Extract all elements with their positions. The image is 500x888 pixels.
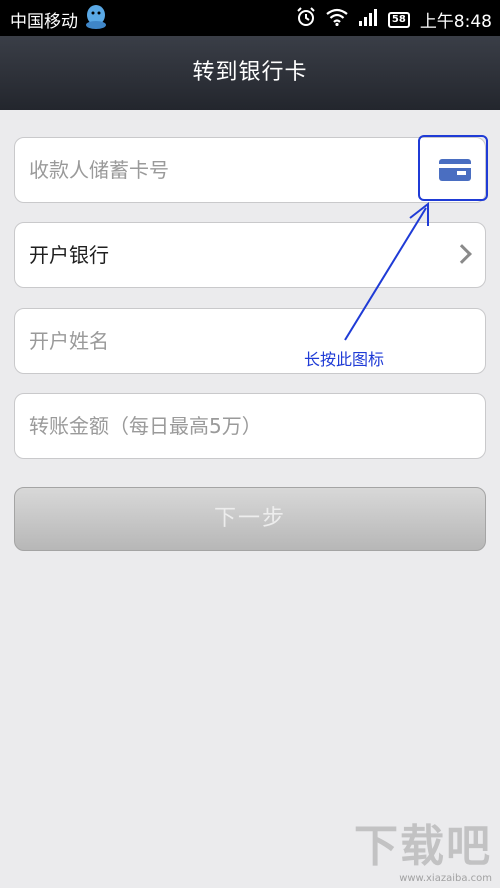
watermark-url: www.xiazaiba.com: [399, 873, 492, 884]
chevron-right-icon: [452, 244, 472, 264]
clock: 上午8:48: [419, 12, 492, 32]
account-name-placeholder: 开户姓名: [29, 329, 109, 353]
annotation-label: 长按此图标: [304, 350, 385, 369]
card-scan-button[interactable]: [418, 135, 488, 201]
card-number-placeholder: 收款人储蓄卡号: [29, 158, 169, 182]
card-number-field[interactable]: 收款人储蓄卡号: [14, 137, 486, 203]
qq-penguin-icon: [84, 4, 108, 34]
alarm-icon: [296, 7, 316, 32]
status-icons: 58 上午8:48: [296, 7, 492, 32]
title-bar: 转到银行卡: [0, 36, 500, 110]
credit-card-icon: [439, 159, 471, 181]
account-name-field[interactable]: 开户姓名: [14, 308, 486, 374]
bank-select-field[interactable]: 开户银行: [14, 222, 486, 288]
wifi-icon: [326, 8, 348, 31]
carrier-name: 中国移动: [10, 12, 78, 32]
watermark-logo: 下载吧: [354, 821, 492, 872]
next-step-button[interactable]: 下一步: [14, 487, 486, 551]
battery-indicator: 58: [387, 11, 410, 28]
amount-placeholder: 转账金额（每日最高5万）: [29, 414, 262, 438]
amount-field[interactable]: 转账金额（每日最高5万）: [14, 393, 486, 459]
status-bar: 中国移动 58 上午8:48: [0, 0, 500, 36]
signal-icon: [358, 8, 378, 31]
page-title: 转到银行卡: [192, 60, 308, 85]
watermark: 下载吧 www.xiazaiba.com: [354, 821, 492, 884]
bank-label: 开户银行: [29, 243, 109, 267]
